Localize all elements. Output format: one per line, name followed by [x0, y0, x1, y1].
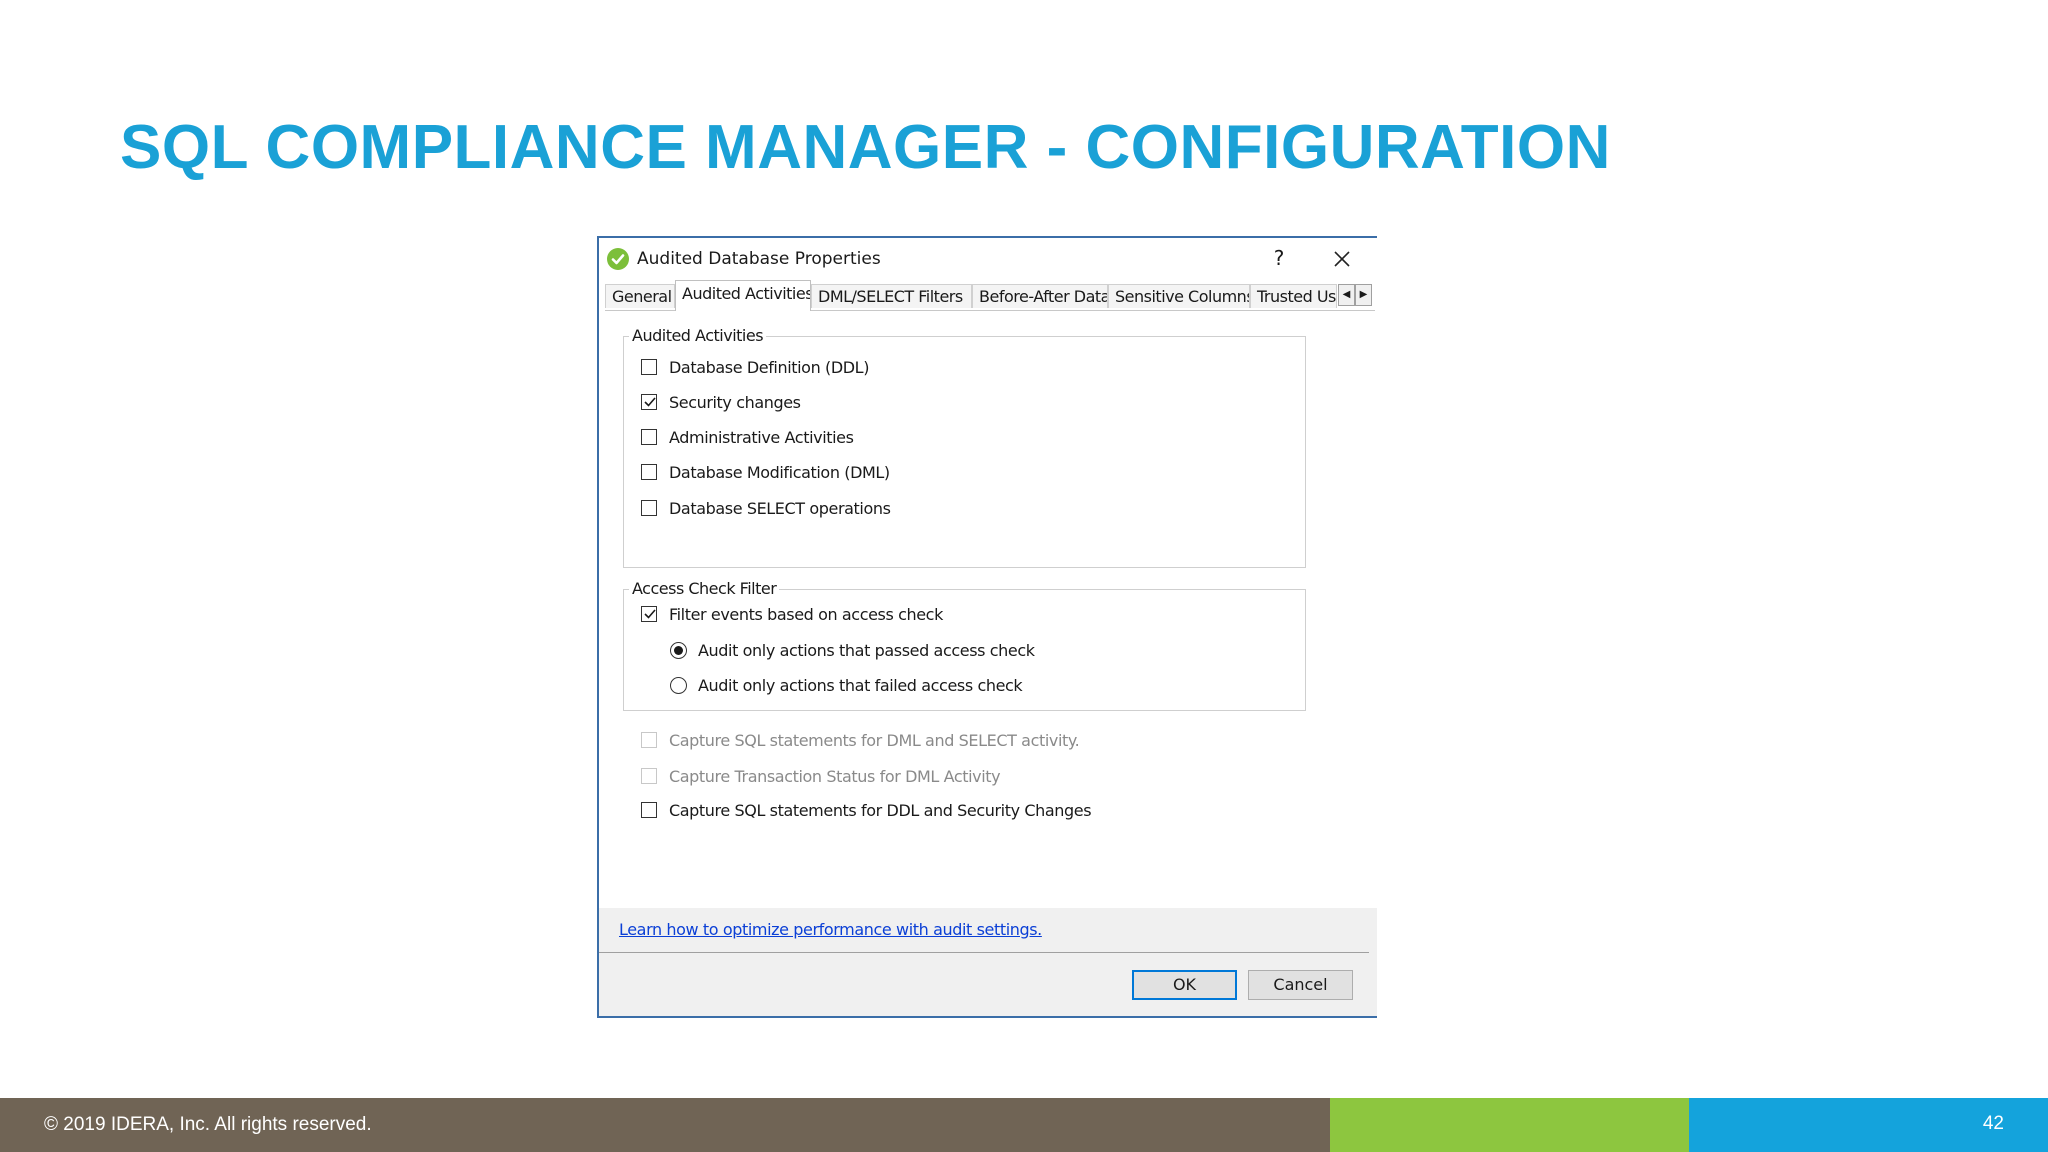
tab-sensitive-columns[interactable]: Sensitive Columns	[1108, 284, 1250, 308]
tab-strip: General Audited Activities DML/SELECT Fi…	[605, 280, 1375, 311]
checkbox-label: Database Modification (DML)	[669, 463, 890, 482]
radio-button[interactable]	[670, 642, 687, 659]
audited-database-properties-dialog: Audited Database Properties ? General Au…	[597, 236, 1377, 1018]
checkmark-icon	[644, 609, 656, 619]
slide-footer-bar: © 2019 IDERA, Inc. All rights reserved. …	[0, 1098, 2048, 1152]
checkbox-box[interactable]	[641, 394, 657, 410]
dialog-titlebar: Audited Database Properties ?	[599, 238, 1377, 278]
footer-divider	[599, 952, 1369, 953]
tab-audited-activities[interactable]: Audited Activities	[675, 280, 811, 311]
checkbox-label: Capture SQL statements for DML and SELEC…	[669, 731, 1080, 750]
copyright-text: © 2019 IDERA, Inc. All rights reserved.	[44, 1114, 372, 1135]
checkbox-box[interactable]	[641, 359, 657, 375]
checkbox-label: Security changes	[669, 393, 801, 412]
slide-title: SQL COMPLIANCE MANAGER - CONFIGURATION	[120, 113, 1611, 182]
radio-label: Audit only actions that passed access ch…	[698, 641, 1035, 660]
checkbox-box[interactable]	[641, 500, 657, 516]
footer-blue-segment: 42	[1689, 1098, 2048, 1152]
tab-scroll-left-icon[interactable]: ◀	[1338, 284, 1355, 306]
checkbox-box[interactable]	[641, 802, 657, 818]
checkbox-box[interactable]	[641, 606, 657, 622]
footer-green-segment	[1330, 1098, 1689, 1152]
tab-scroll-right-icon[interactable]: ▶	[1355, 284, 1372, 306]
page-number: 42	[1982, 1113, 2004, 1134]
close-button[interactable]	[1329, 246, 1355, 272]
checkmark-icon	[644, 397, 656, 407]
ok-button[interactable]: OK	[1132, 970, 1237, 1000]
checkbox-box[interactable]	[641, 429, 657, 445]
checkbox-label: Database Definition (DDL)	[669, 358, 870, 377]
tab-dml-select-filters[interactable]: DML/SELECT Filters	[811, 284, 972, 308]
checkbox-label: Capture SQL statements for DDL and Secur…	[669, 801, 1092, 820]
close-icon	[1334, 251, 1350, 267]
radio-selected-dot	[674, 646, 683, 655]
access-check-filter-label: Access Check Filter	[629, 579, 780, 598]
checkbox-box[interactable]	[641, 732, 657, 748]
tab-before-after-data[interactable]: Before-After Data	[972, 284, 1108, 308]
checkbox-box[interactable]	[641, 768, 657, 784]
checkbox-label: Database SELECT operations	[669, 499, 891, 518]
checkbox-box[interactable]	[641, 464, 657, 480]
cancel-button[interactable]: Cancel	[1248, 970, 1353, 1000]
optimize-performance-link[interactable]: Learn how to optimize performance with a…	[619, 920, 1042, 939]
radio-button[interactable]	[670, 677, 687, 694]
footer-brown-segment: © 2019 IDERA, Inc. All rights reserved.	[0, 1098, 1330, 1152]
help-button[interactable]: ?	[1267, 246, 1291, 270]
dialog-title: Audited Database Properties	[637, 249, 881, 269]
radio-label: Audit only actions that failed access ch…	[698, 676, 1023, 695]
tab-trusted-users[interactable]: Trusted Us	[1250, 284, 1337, 308]
checkbox-label: Filter events based on access check	[669, 605, 943, 624]
tab-general[interactable]: General	[605, 284, 675, 308]
checkbox-label: Administrative Activities	[669, 428, 854, 447]
checkbox-label: Capture Transaction Status for DML Activ…	[669, 767, 1001, 786]
check-circle-icon	[607, 248, 629, 270]
audited-activities-label: Audited Activities	[629, 326, 767, 345]
dialog-footer: Learn how to optimize performance with a…	[599, 908, 1377, 1016]
